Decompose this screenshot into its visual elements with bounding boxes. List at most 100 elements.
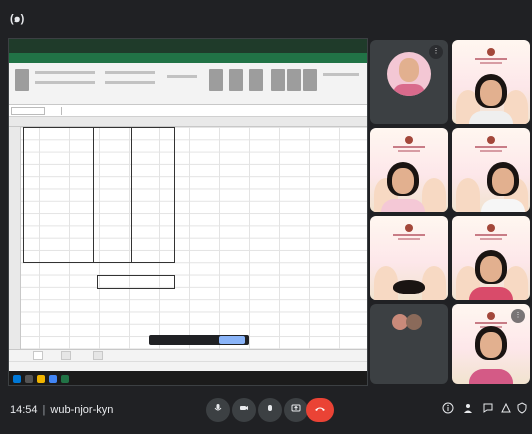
total-value [137,276,171,288]
excel-title-bar [9,39,367,53]
row-label [23,164,93,176]
row-amount [137,127,171,139]
row-label [23,189,93,201]
number-group [167,75,197,78]
participant-video [469,249,513,300]
formula-bar [9,105,367,117]
present-button[interactable] [284,398,308,422]
participant-video [481,161,525,212]
participant-tile[interactable] [452,128,530,212]
row-amount [95,238,129,250]
row-amount [95,201,129,213]
row-label [23,176,93,188]
row-label [23,225,93,237]
row-amount [137,176,171,188]
cell-styles-icon [249,69,263,91]
excel-icon[interactable] [61,375,69,383]
background-header [475,136,507,153]
chrome-icon[interactable] [49,375,57,383]
info-icon [442,402,454,414]
row-label [23,250,93,262]
row-amount [137,139,171,151]
row-label [23,238,93,250]
participant-tile[interactable] [452,40,530,124]
chat-icon [483,403,493,413]
start-icon[interactable] [13,375,21,383]
host-controls-button[interactable] [514,402,530,418]
captions-icon[interactable]: (๑) [10,9,24,27]
mic-icon [214,404,222,411]
row-amount [95,213,129,225]
avatar [406,314,422,330]
sheet-tab[interactable] [93,351,103,360]
chat-button[interactable] [480,402,496,418]
row-label [23,139,93,151]
excel-ribbon-tabs [9,53,367,63]
activities-button[interactable] [498,402,514,418]
participant-video [469,73,513,124]
meeting-info: 14:54 | wub-njor-kyn [10,404,114,416]
explorer-icon[interactable] [37,375,45,383]
row-label [23,201,93,213]
mic-button[interactable] [206,398,230,422]
meeting-details-button[interactable] [440,402,456,418]
formula-input [61,107,361,115]
meeting-top-bar: (๑) [0,0,532,36]
meeting-code: wub-njor-kyn [50,404,114,416]
participant-tile[interactable] [370,304,448,384]
participant-tile[interactable] [370,128,448,212]
background-header [475,224,507,241]
alignment-row [105,81,155,84]
column-headers [9,117,367,127]
sheet-tab[interactable] [33,351,43,360]
editing-group [323,73,359,76]
spreadsheet-grid [9,127,367,349]
participant-tile[interactable]: ⋮ [452,304,530,384]
sheet-tab[interactable] [61,351,71,360]
background-header [475,48,507,65]
background-header [475,312,507,328]
stop-sharing-button[interactable] [219,336,245,344]
insert-icon [271,69,285,91]
row-amount [95,250,129,262]
sheet-tabs-bar [9,349,367,361]
total-label [101,276,137,288]
activities-icon [501,402,511,413]
camera-icon [240,406,248,410]
raise-hand-button[interactable] [258,398,282,422]
row-label [23,213,93,225]
participant-tile[interactable] [452,216,530,300]
name-box [11,107,45,115]
excel-status-bar [9,361,367,371]
row-label [23,127,93,139]
font-format-row [35,81,95,84]
participant-tile[interactable] [370,216,448,300]
row-label [23,152,93,164]
font-group [35,71,95,74]
host-controls-icon [517,402,527,414]
participant-tile[interactable]: ⋮ [370,40,448,124]
row-amount [137,189,171,201]
format-icon [303,69,317,91]
paste-icon [15,69,29,91]
avatar [387,51,431,96]
row-amount [137,164,171,176]
background-header [393,224,425,241]
alignment-group [105,71,155,74]
search-icon[interactable] [25,375,33,383]
participant-video [387,279,431,300]
present-icon [291,404,301,412]
conditional-format-icon [209,69,223,91]
format-table-icon [229,69,243,91]
row-amount [95,225,129,237]
windows-taskbar [9,371,367,385]
leave-call-button[interactable] [306,398,334,422]
participant-video [381,161,425,212]
meeting-controls-bar: 14:54 | wub-njor-kyn [0,390,532,434]
participant-video [469,326,513,384]
people-button[interactable] [460,402,476,418]
more-options-icon[interactable]: ⋮ [511,309,525,323]
mic-off-icon: ⋮ [429,45,443,59]
row-headers [9,127,21,349]
camera-button[interactable] [232,398,256,422]
